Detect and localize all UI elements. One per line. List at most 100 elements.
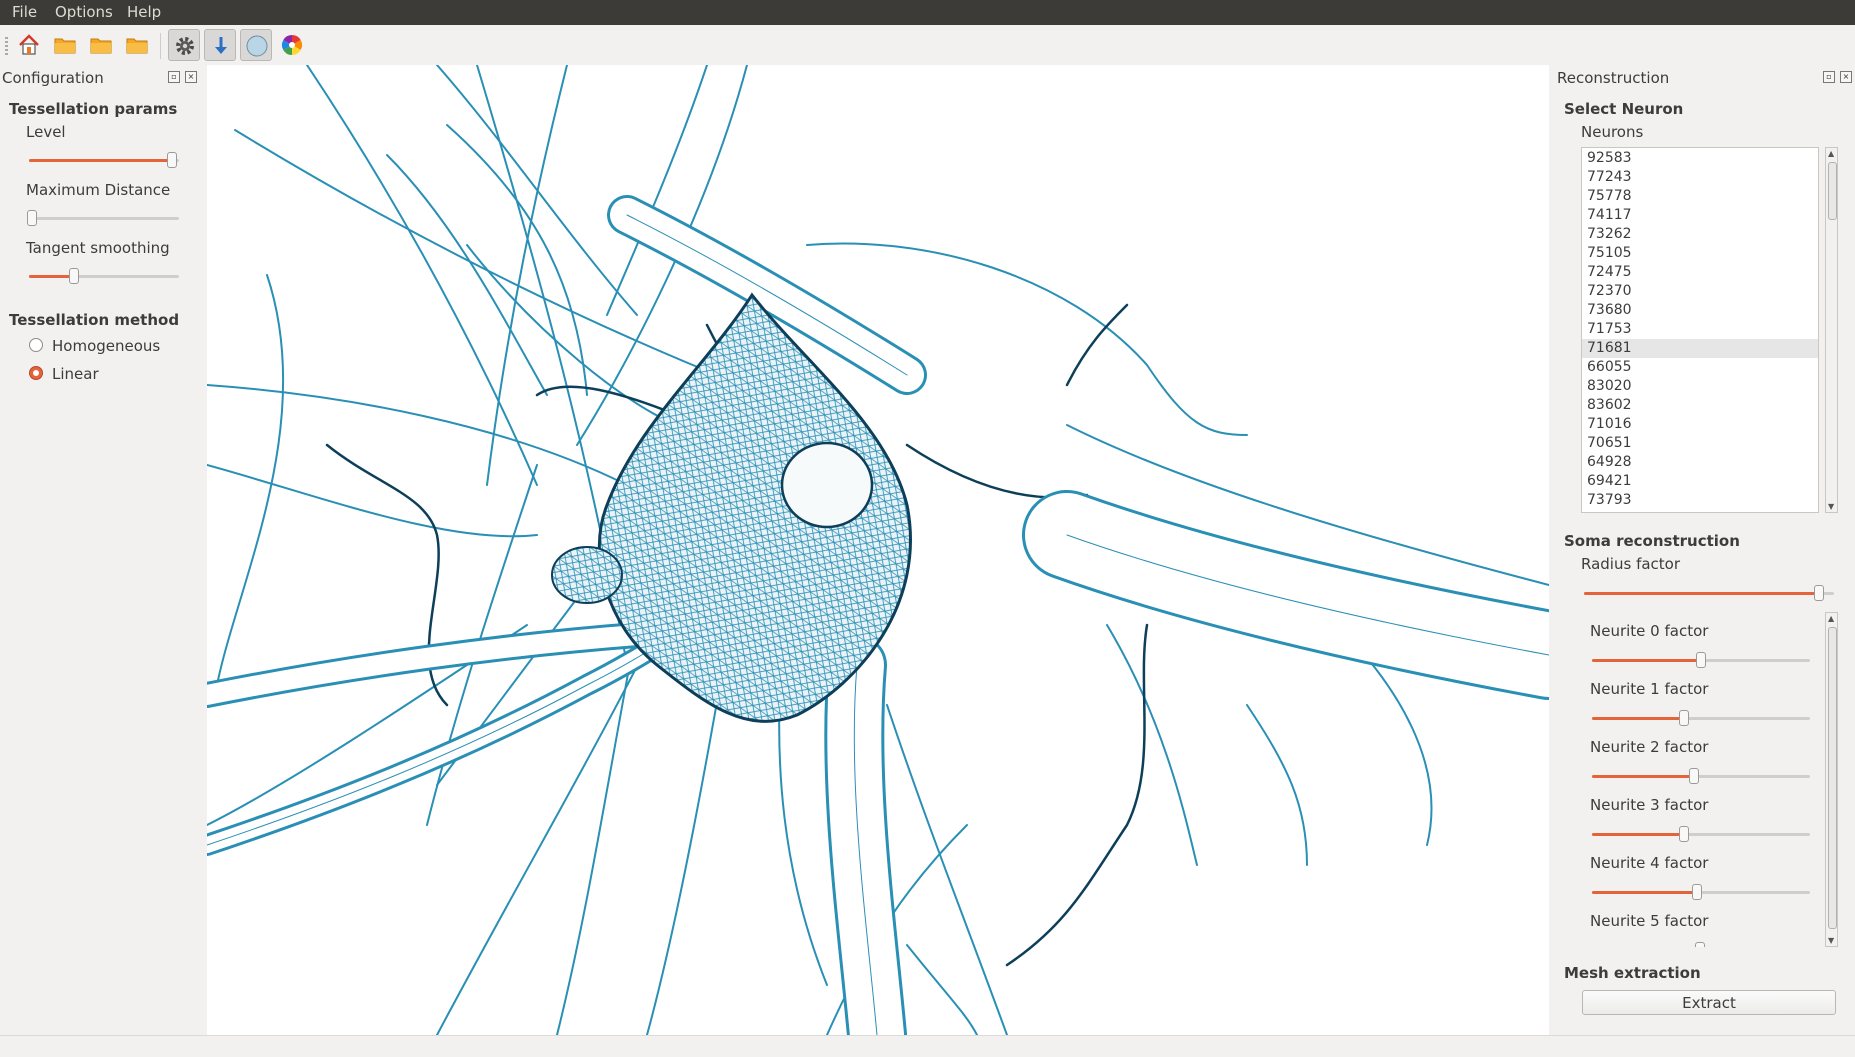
tessellation-params-heading: Tessellation params [9,100,178,118]
neurite-1-factor-slider[interactable] [1592,710,1810,726]
neuron-list-item[interactable]: 73262 [1582,225,1818,244]
slider-handle[interactable] [1678,826,1689,842]
neuron-list-rows: 92583 77243 75778 74117 73262 75105 72475 72370… [1582,148,1818,510]
mesh-viewport[interactable] [207,65,1549,1035]
linear-radio[interactable] [29,366,43,380]
neuron-list-item[interactable]: 73793 [1582,491,1818,510]
color-wheel-icon [281,34,303,56]
neuron-mesh-render[interactable] [207,65,1549,1035]
slider-handle[interactable] [1689,768,1700,784]
mesh-line [827,638,904,1035]
neurite-factors-area: Neurite 0 factor Neurite 1 factor Neurite … [1580,612,1820,947]
mesh-line [1005,623,1149,967]
neuron-list-item[interactable]: 66055 [1582,358,1818,377]
neuron-list-item[interactable]: 71753 [1582,320,1818,339]
neurite-3-factor-label: Neurite 3 factor [1590,796,1709,814]
slider-handle[interactable] [1691,884,1702,900]
extract-button[interactable]: Extract [1582,990,1836,1015]
menu-file[interactable]: File [12,3,37,21]
slider-handle[interactable] [1695,942,1705,947]
scroll-down-icon[interactable]: ▼ [1828,936,1834,945]
download-button[interactable] [204,29,236,61]
color-button[interactable] [276,29,308,61]
neurite-3-factor-slider[interactable] [1592,826,1810,842]
neuron-list-item[interactable]: 72475 [1582,263,1818,282]
scroll-thumb[interactable] [1828,162,1837,220]
neurite-4-factor-label: Neurite 4 factor [1590,854,1709,872]
homogeneous-label[interactable]: Homogeneous [52,337,160,355]
home-button[interactable] [13,29,45,61]
close-icon[interactable]: × [185,71,197,83]
float-icon[interactable]: ▫ [168,71,180,83]
neuron-list-item[interactable]: 71681 [1582,339,1818,358]
neurite-1-factor-label: Neurite 1 factor [1590,680,1709,698]
settings-button[interactable] [168,29,200,61]
neuron-list-item[interactable]: 72370 [1582,282,1818,301]
neuron-list-scrollbar[interactable]: ▲ ▼ [1825,147,1838,513]
scroll-thumb[interactable] [1828,627,1837,929]
soma-cavity [780,441,874,529]
neurite-2-factor-slider[interactable] [1592,768,1810,784]
mesh-line [1065,303,1129,387]
open-button-3[interactable] [121,29,153,61]
neuron-list-item[interactable]: 83602 [1582,396,1818,415]
menu-bar: File Options Help [0,0,1855,25]
slider-handle[interactable] [1814,585,1824,601]
neuron-list-item[interactable]: 75778 [1582,187,1818,206]
linear-label[interactable]: Linear [52,365,99,383]
scroll-up-icon[interactable]: ▲ [1828,614,1834,623]
scroll-up-icon[interactable]: ▲ [1828,149,1834,158]
slider-handle[interactable] [27,210,37,226]
slider-fill [29,159,172,162]
close-icon[interactable]: × [1840,71,1852,83]
neuron-list-item[interactable]: 77243 [1582,168,1818,187]
mesh-line [905,443,1089,499]
reconstruction-title: Reconstruction [1557,69,1670,87]
download-arrow-icon [215,37,227,54]
level-slider[interactable] [29,152,179,168]
open-folder-icon [54,38,76,54]
mesh-line [606,65,708,316]
mesh-line [1106,624,1198,866]
neurite-0-factor-slider[interactable] [1592,652,1810,668]
max-distance-slider[interactable] [27,210,179,226]
neurite-5-factor-slider[interactable] [1592,942,1810,947]
open-folder-icon [90,38,112,54]
float-icon[interactable]: ▫ [1823,71,1835,83]
radius-factor-slider[interactable] [1584,585,1834,601]
menu-help[interactable]: Help [127,3,161,21]
neurons-label: Neurons [1581,123,1644,141]
neuron-list-item[interactable]: 74117 [1582,206,1818,225]
max-distance-label: Maximum Distance [26,181,171,199]
neuron-list-item[interactable]: 69421 [1582,472,1818,491]
neuron-list[interactable]: 92583 77243 75778 74117 73262 75105 72475 72370… [1581,147,1819,513]
sphere-button[interactable] [240,29,272,61]
neuron-list-item[interactable]: 75105 [1582,244,1818,263]
open-button-2[interactable] [85,29,117,61]
neuron-list-item[interactable]: 71016 [1582,415,1818,434]
toolbar-separator [160,33,161,59]
mesh-line [1025,493,1549,697]
toolbar-grip[interactable] [5,37,8,55]
slider-groove [29,217,179,220]
slider-handle[interactable] [1678,710,1689,726]
menu-options[interactable]: Options [55,3,113,21]
slider-handle[interactable] [69,268,79,284]
scroll-down-icon[interactable]: ▼ [1828,502,1834,511]
neuron-list-item[interactable]: 83020 [1582,377,1818,396]
tangent-smoothing-slider[interactable] [29,268,179,284]
tangent-smoothing-label: Tangent smoothing [26,239,170,257]
neuron-list-item[interactable]: 73680 [1582,301,1818,320]
slider-handle[interactable] [1696,652,1706,668]
slider-handle[interactable] [166,152,177,168]
neuron-list-item[interactable]: 64928 [1582,453,1818,472]
radius-factor-label: Radius factor [1581,555,1681,573]
slider-fill [1592,659,1701,662]
homogeneous-radio[interactable] [29,338,43,352]
open-button-1[interactable] [49,29,81,61]
neuron-list-item[interactable]: 92583 [1582,149,1818,168]
neurite-4-factor-slider[interactable] [1592,884,1810,900]
neurite-scrollbar[interactable]: ▲ ▼ [1825,612,1838,947]
mesh-line [886,704,1008,1035]
neuron-list-item[interactable]: 70651 [1582,434,1818,453]
